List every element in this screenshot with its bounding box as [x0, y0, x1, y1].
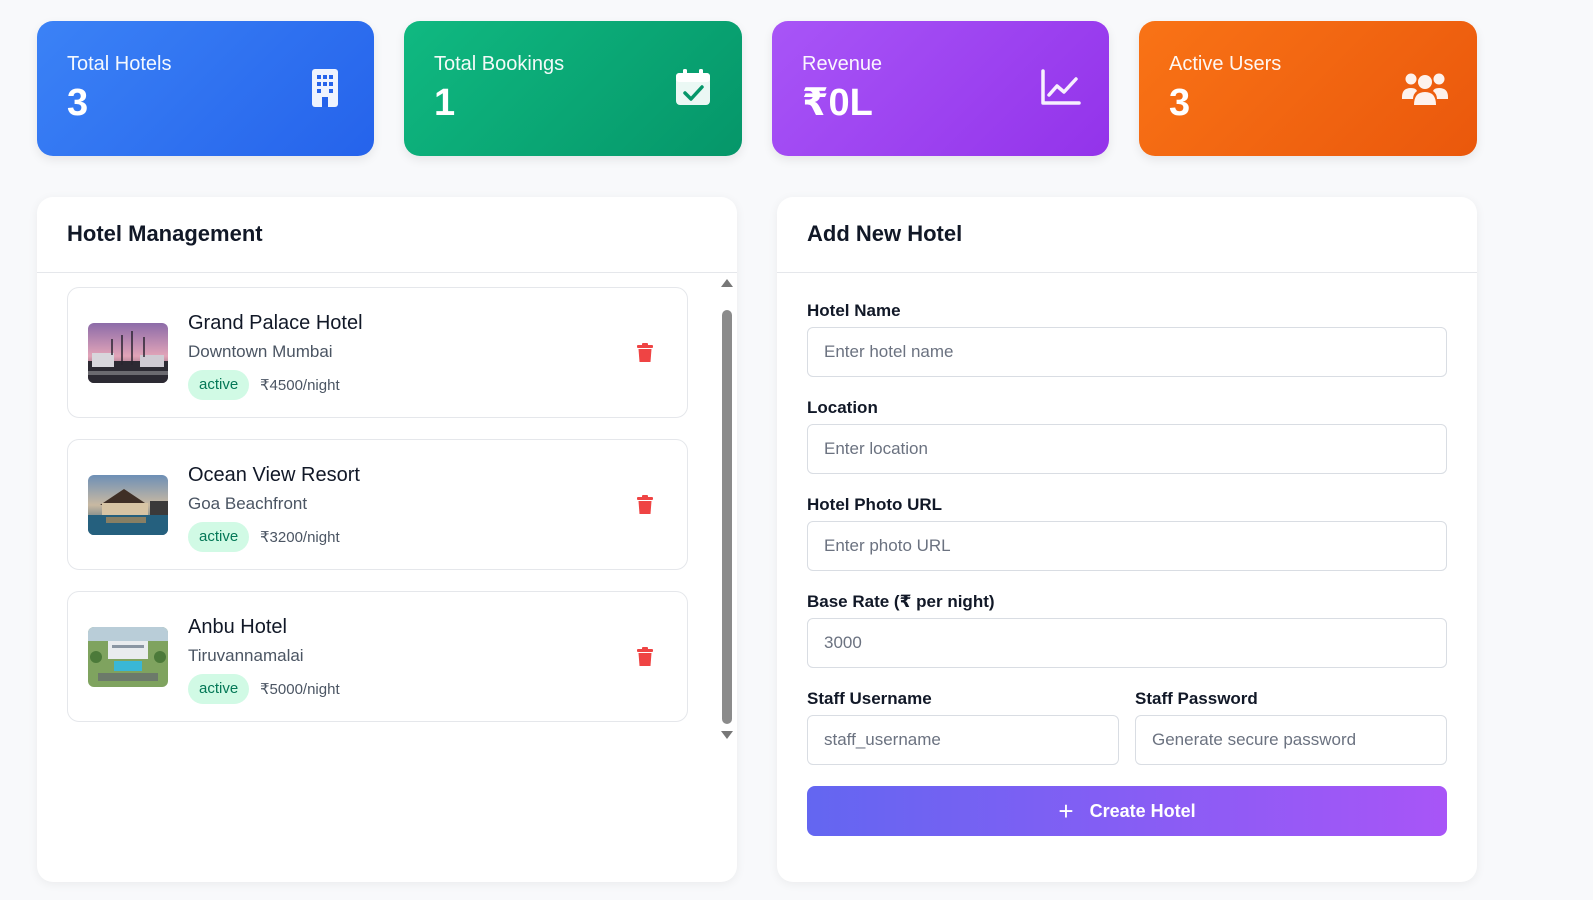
stat-value: 3 [67, 82, 89, 124]
stat-value: ₹0L [802, 82, 873, 124]
base-rate-field-group: Base Rate (₹ per night) [807, 592, 1447, 668]
field-label: Staff Password [1135, 689, 1258, 708]
stat-label: Revenue [802, 53, 883, 75]
stat-card-revenue: Revenue ₹0L [772, 21, 1109, 156]
stat-card-total-bookings: Total Bookings 1 [404, 21, 742, 156]
stat-card-total-hotels: Total Hotels 3 [37, 21, 374, 156]
add-hotel-panel: Add New Hotel Hotel Name Location Hotel … [777, 197, 1477, 882]
hotel-name: Grand Palace Hotel [188, 312, 363, 334]
hotel-rate: ₹4500/night [260, 377, 340, 394]
status-badge: active [188, 674, 250, 704]
staff-password-input[interactable] [1135, 715, 1447, 765]
calendar-check-icon [676, 69, 710, 105]
scroll-down-arrow[interactable] [721, 731, 733, 739]
hotel-location: Downtown Mumbai [188, 342, 333, 361]
hotel-card[interactable]: Anbu Hotel Tiruvannamalai active ₹5000/n… [67, 591, 688, 722]
hotel-rate: ₹5000/night [260, 681, 340, 698]
chart-line-icon [1041, 69, 1081, 105]
hotel-rate: ₹3200/night [260, 529, 340, 546]
building-icon [312, 69, 338, 107]
field-label: Staff Username [807, 689, 932, 708]
hotel-photo [88, 627, 168, 687]
hotel-management-panel: Hotel Management Grand Palace Hotel Down… [37, 197, 737, 882]
hotel-name: Anbu Hotel [188, 616, 287, 638]
location-input[interactable] [807, 424, 1447, 474]
hotel-photo [88, 475, 168, 535]
panel-title: Hotel Management [67, 221, 263, 246]
create-hotel-label: Create Hotel [1089, 800, 1196, 821]
stat-value: 1 [434, 82, 456, 124]
trash-icon[interactable] [637, 495, 653, 514]
hotel-name-field-group: Hotel Name [807, 301, 1447, 377]
status-badge: active [188, 370, 250, 400]
plus-icon: + [1058, 796, 1074, 826]
photo-url-field-group: Hotel Photo URL [807, 495, 1447, 571]
hotel-list: Grand Palace Hotel Downtown Mumbai activ… [67, 287, 688, 743]
trash-icon[interactable] [637, 647, 653, 666]
field-label: Hotel Name [807, 301, 901, 320]
scroll-up-arrow[interactable] [721, 279, 733, 287]
hotel-card[interactable]: Grand Palace Hotel Downtown Mumbai activ… [67, 287, 688, 418]
stat-label: Total Hotels [67, 53, 172, 75]
hotel-location: Goa Beachfront [188, 494, 308, 513]
field-label: Hotel Photo URL [807, 495, 943, 514]
stat-label: Total Bookings [434, 53, 565, 75]
hotel-name: Ocean View Resort [188, 464, 360, 486]
panel-header: Hotel Management [37, 197, 737, 273]
field-label: Location [807, 398, 878, 417]
hotel-name-input[interactable] [807, 327, 1447, 377]
add-hotel-form: Hotel Name Location Hotel Photo URL Base… [807, 301, 1447, 836]
panel-header: Add New Hotel [777, 197, 1477, 273]
field-label: Base Rate (₹ per night) [807, 592, 995, 611]
photo-url-input[interactable] [807, 521, 1447, 571]
create-hotel-button[interactable]: + Create Hotel [807, 786, 1447, 836]
base-rate-input[interactable] [807, 618, 1447, 668]
scrollbar-thumb[interactable] [722, 310, 732, 724]
hotel-location: Tiruvannamalai [188, 646, 304, 665]
staff-username-field-group: Staff Username [807, 689, 1119, 765]
status-badge: active [188, 522, 250, 552]
users-icon [1402, 73, 1448, 105]
hotel-photo [88, 323, 168, 383]
stat-card-active-users: Active Users 3 [1139, 21, 1477, 156]
trash-icon[interactable] [637, 343, 653, 362]
hotel-card[interactable]: Ocean View Resort Goa Beachfront active … [67, 439, 688, 570]
panel-title: Add New Hotel [807, 221, 963, 246]
staff-credentials-row: Staff Username Staff Password [807, 689, 1447, 786]
location-field-group: Location [807, 398, 1447, 474]
staff-username-input[interactable] [807, 715, 1119, 765]
staff-password-field-group: Staff Password [1135, 689, 1447, 765]
